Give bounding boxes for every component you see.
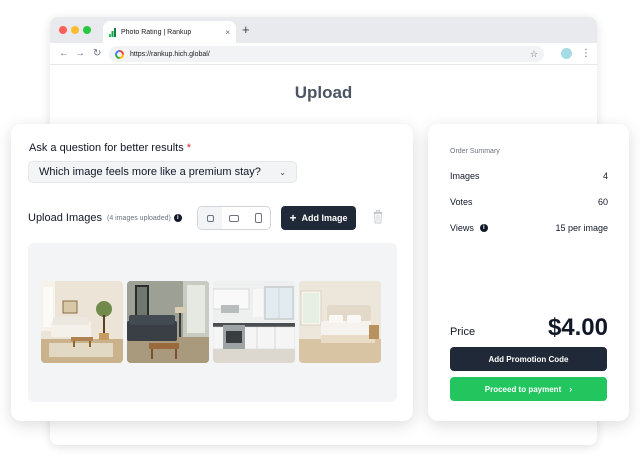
gallery-image-kitchen[interactable]	[213, 281, 295, 363]
question-label: Ask a question for better results *	[29, 142, 191, 154]
upload-card: Ask a question for better results * Whic…	[11, 124, 413, 421]
views-label: Views	[450, 223, 474, 233]
question-select-value: Which image feels more like a premium st…	[39, 166, 261, 178]
votes-label: Votes	[450, 197, 473, 207]
square-ratio-icon	[206, 214, 214, 222]
images-label: Images	[450, 171, 480, 181]
tab-close-icon[interactable]: ×	[225, 28, 230, 37]
question-select[interactable]: Which image feels more like a premium st…	[28, 161, 297, 183]
minimize-window-dot[interactable]	[71, 26, 79, 34]
trash-icon[interactable]	[373, 210, 383, 224]
summary-row-images: Images 4	[450, 171, 608, 181]
portrait-ratio-icon	[254, 213, 262, 223]
ratio-square-button[interactable]	[198, 207, 222, 229]
add-image-label: Add Image	[301, 213, 348, 223]
views-info-icon[interactable]: i	[479, 224, 488, 232]
price-row: Price $4.00	[450, 314, 608, 342]
maximize-window-dot[interactable]	[83, 26, 91, 34]
gallery-image-living-room[interactable]	[41, 281, 123, 363]
landscape-ratio-icon	[229, 214, 239, 222]
images-value: 4	[602, 171, 608, 181]
close-window-dot[interactable]	[59, 26, 67, 34]
url-input[interactable]: https://rankup.hich.global/ ☆	[109, 46, 544, 62]
google-icon	[115, 49, 124, 59]
required-mark: *	[186, 142, 192, 154]
aspect-ratio-toggle	[197, 206, 271, 230]
gallery-image-bedroom[interactable]	[299, 281, 381, 363]
votes-value: 60	[597, 197, 608, 207]
upload-count: (4 images uploaded)	[107, 214, 171, 222]
page-title: Upload	[294, 83, 353, 102]
rankup-favicon-icon	[109, 27, 116, 37]
price-value: $4.00	[547, 314, 608, 341]
summary-row-votes: Votes 60	[450, 197, 608, 207]
new-tab-button[interactable]: +	[242, 22, 250, 38]
price-label: Price	[450, 326, 476, 338]
browser-menu-icon[interactable]: ⋮	[581, 46, 591, 62]
chevron-right-icon: ›	[569, 384, 573, 394]
upload-images-title: Upload Images	[28, 212, 102, 224]
add-promotion-code-button[interactable]: Add Promotion Code	[450, 347, 607, 371]
order-summary-card: Order Summary Images 4 Votes 60 Views i …	[428, 124, 629, 421]
views-value: 15 per image	[555, 223, 608, 233]
summary-row-views: Views i 15 per image	[450, 223, 608, 233]
back-arrow-icon[interactable]: ←	[59, 46, 69, 62]
ratio-portrait-button[interactable]	[246, 207, 270, 229]
views-label-wrap: Views i	[450, 223, 488, 233]
plus-icon: +	[289, 211, 297, 225]
proceed-to-payment-button[interactable]: Proceed to payment ›	[450, 377, 607, 401]
address-bar: ← → ↻ https://rankup.hich.global/ ☆ ⋮	[50, 43, 597, 65]
tab-title: Photo Rating | Rankup	[121, 28, 192, 36]
add-image-button[interactable]: + Add Image	[281, 206, 356, 230]
order-summary-title: Order Summary	[450, 148, 500, 155]
question-label-text: Ask a question for better results	[29, 142, 184, 154]
info-icon[interactable]: i	[173, 214, 182, 222]
tab-bar: Photo Rating | Rankup × +	[50, 17, 597, 43]
forward-arrow-icon[interactable]: →	[75, 46, 85, 62]
bookmark-star-icon[interactable]: ☆	[530, 49, 538, 60]
ratio-landscape-button[interactable]	[222, 207, 246, 229]
gallery-image-dark-living-room[interactable]	[127, 281, 209, 363]
url-text: https://rankup.hich.global/	[130, 50, 210, 58]
reload-icon[interactable]: ↻	[93, 46, 101, 62]
promo-label: Add Promotion Code	[488, 354, 569, 364]
upload-images-label: Upload Images (4 images uploaded) i	[28, 212, 182, 224]
pay-label: Proceed to payment	[484, 384, 562, 394]
chevron-down-icon: ⌄	[279, 167, 286, 177]
profile-avatar[interactable]	[561, 48, 572, 59]
image-gallery	[28, 243, 397, 402]
browser-tab[interactable]: Photo Rating | Rankup ×	[103, 21, 236, 43]
